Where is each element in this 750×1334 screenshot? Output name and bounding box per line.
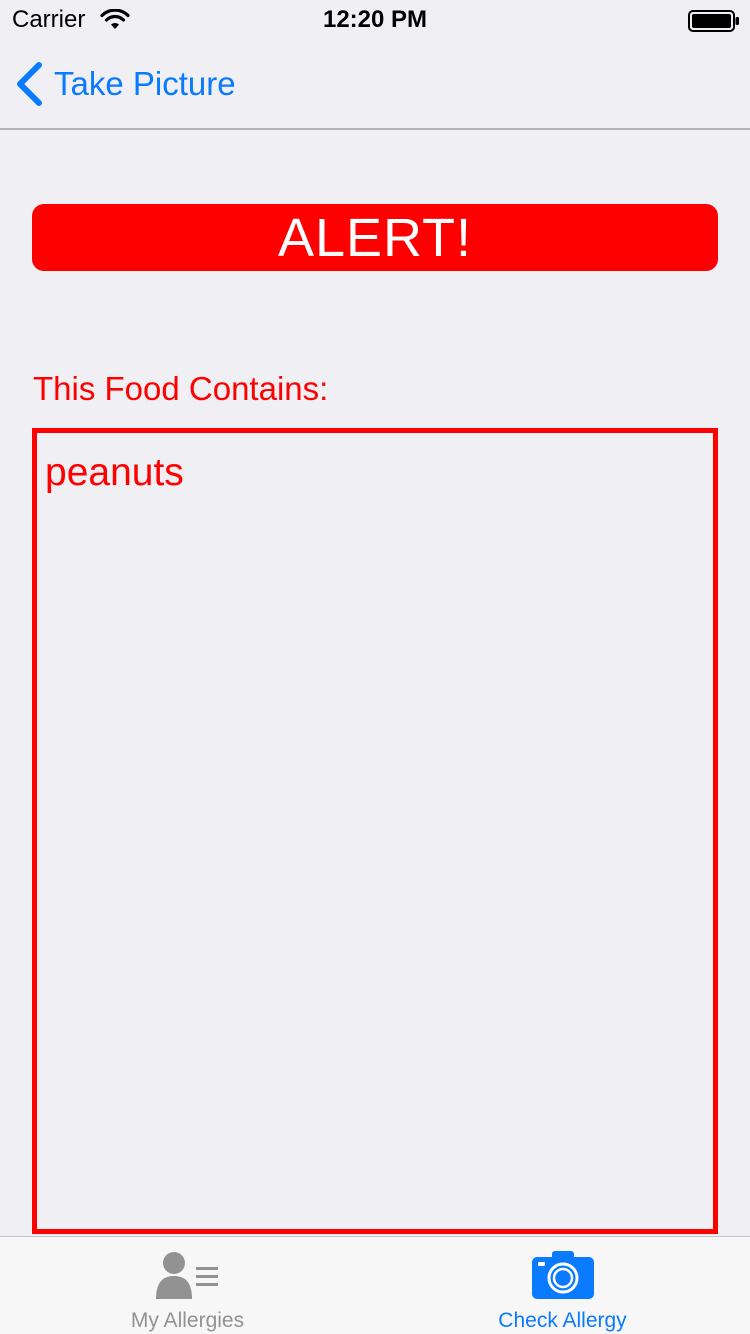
navigation-bar: Take Picture <box>0 40 750 130</box>
chevron-left-icon <box>17 62 42 106</box>
camera-icon <box>531 1251 594 1299</box>
tab-check-allergy[interactable]: Check Allergy <box>375 1237 750 1334</box>
back-button[interactable]: Take Picture <box>14 60 236 108</box>
tab-label-my-allergies: My Allergies <box>130 1309 245 1332</box>
contact-list-icon <box>155 1252 218 1299</box>
screen: Carrier 12:20 PM Take Picture ALERT! Thi… <box>0 0 750 1334</box>
alert-banner: ALERT! <box>32 204 718 271</box>
tab-my-allergies[interactable]: My Allergies <box>0 1237 375 1334</box>
alert-text: ALERT! <box>277 207 473 268</box>
tab-bar: My Allergies Check Allergy <box>0 1236 750 1334</box>
battery-icon <box>688 10 739 32</box>
allergen-text: peanuts <box>45 451 184 494</box>
contains-label: This Food Contains: <box>33 370 329 407</box>
clock: 12:20 PM <box>322 6 428 33</box>
tab-label-check-allergy: Check Allergy <box>498 1309 627 1332</box>
back-button-label: Take Picture <box>54 65 236 102</box>
allergen-text-view[interactable]: peanuts <box>32 428 718 1234</box>
status-bar: Carrier 12:20 PM <box>0 0 750 40</box>
